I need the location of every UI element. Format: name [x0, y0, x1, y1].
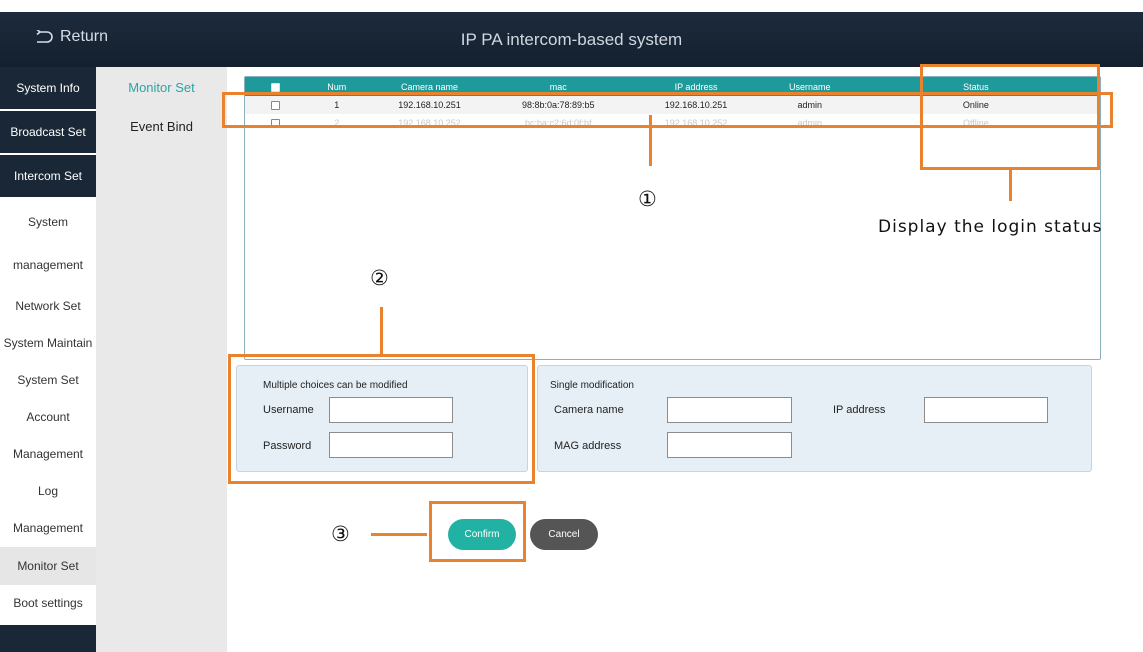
select-all-cell [245, 77, 307, 96]
subnav-item-monitor-set[interactable]: Monitor Set [96, 80, 227, 95]
cell-username: admin [767, 96, 852, 114]
annotation-marker-2: ② [370, 266, 389, 290]
annotation-line-status [1009, 170, 1012, 201]
multi-modify-form: Multiple choices can be modified Usernam… [236, 365, 528, 472]
multi-form-title: Multiple choices can be modified [263, 380, 408, 391]
header-bar: Return IP PA intercom-based system [0, 12, 1143, 67]
nav-item-system-set[interactable]: System Set [0, 372, 96, 388]
cell-camera-name: 192.168.10.251 [366, 96, 493, 114]
app-window: Return IP PA intercom-based system Syste… [0, 0, 1143, 652]
nav-item-network-set[interactable]: Network Set [0, 298, 96, 314]
nav-footer [0, 625, 96, 652]
annotation-line-2 [380, 307, 383, 356]
confirm-button[interactable]: Confirm [448, 519, 516, 550]
ip-address-label: IP address [833, 404, 886, 416]
app-title: IP PA intercom-based system [460, 30, 683, 49]
cancel-button[interactable]: Cancel [530, 519, 598, 550]
table-row[interactable]: 2 192.168.10.252 bc:ba:c2:6d:0f:bf 192.1… [245, 114, 1100, 132]
sub-nav: Monitor Set Event Bind [96, 67, 227, 652]
nav-item-account-management[interactable]: Account [0, 409, 96, 425]
cell-ip: 192.168.10.251 [624, 96, 768, 114]
camera-table: Num Camera name mac IP address Username … [245, 77, 1100, 132]
annotation-status-note: Display the login status [878, 217, 1103, 237]
cell-mac: 98:8b:0a:78:89:b5 [492, 96, 625, 114]
nav-item-monitor-set[interactable]: Monitor Set [0, 547, 96, 585]
column-header[interactable]: Username [767, 77, 852, 96]
nav-item-system-info[interactable]: System Info [0, 67, 96, 109]
cell-camera-name: 192.168.10.252 [398, 118, 461, 128]
single-form-title: Single modification [550, 380, 634, 391]
subnav-item-event-bind[interactable]: Event Bind [96, 119, 227, 134]
annotation-marker-3: ③ [331, 522, 350, 546]
password-input[interactable] [329, 432, 453, 458]
nav-item-system-management-2[interactable]: management [0, 257, 96, 273]
row-checkbox[interactable] [271, 119, 281, 129]
cell-status: Online [851, 96, 1100, 114]
password-label: Password [263, 440, 312, 452]
cell-username: admin [797, 118, 823, 128]
annotation-line-1 [649, 115, 652, 166]
annotation-marker-1: ① [638, 187, 657, 211]
nav-item-system-maintain[interactable]: System Maintain [0, 335, 96, 351]
cell-num: 2 [334, 118, 340, 128]
select-all-checkbox[interactable] [271, 82, 281, 92]
column-header[interactable]: IP address [624, 77, 768, 96]
column-header[interactable]: Camera name [366, 77, 493, 96]
row-checkbox[interactable] [271, 101, 281, 111]
nav-item-broadcast-set[interactable]: Broadcast Set [0, 111, 96, 153]
cell-ip: 192.168.10.252 [664, 118, 728, 128]
camera-name-label: Camera name [554, 404, 624, 416]
column-header[interactable]: Num [306, 77, 367, 96]
column-header[interactable]: Status [851, 77, 1100, 96]
table-row[interactable]: 1 192.168.10.251 98:8b:0a:78:89:b5 192.1… [245, 96, 1100, 114]
nav-item-boot-settings[interactable]: Boot settings [0, 595, 96, 611]
mag-address-input[interactable] [667, 432, 792, 458]
single-modify-form: Single modification Camera name IP addre… [537, 365, 1092, 472]
table-header-row: Num Camera name mac IP address Username … [245, 77, 1100, 96]
camera-name-input[interactable] [667, 397, 792, 423]
main-nav: System Info Broadcast Set Intercom Set S… [0, 67, 96, 652]
username-input[interactable] [329, 397, 453, 423]
nav-item-log-management-2[interactable]: Management [0, 520, 96, 536]
cell-mac: bc:ba:c2:6d:0f:bf [525, 118, 592, 128]
annotation-line-3 [371, 533, 427, 536]
nav-item-intercom-set[interactable]: Intercom Set [0, 155, 96, 197]
cell-status: Offline [962, 118, 989, 128]
username-label: Username [263, 404, 314, 416]
nav-item-system-management[interactable]: System [0, 214, 96, 230]
column-header[interactable]: mac [492, 77, 625, 96]
nav-item-log-management[interactable]: Log [0, 483, 96, 499]
mag-address-label: MAG address [554, 440, 622, 452]
nav-item-account-management-2[interactable]: Management [0, 446, 96, 462]
ip-address-input[interactable] [924, 397, 1048, 423]
cell-num: 1 [306, 96, 367, 114]
